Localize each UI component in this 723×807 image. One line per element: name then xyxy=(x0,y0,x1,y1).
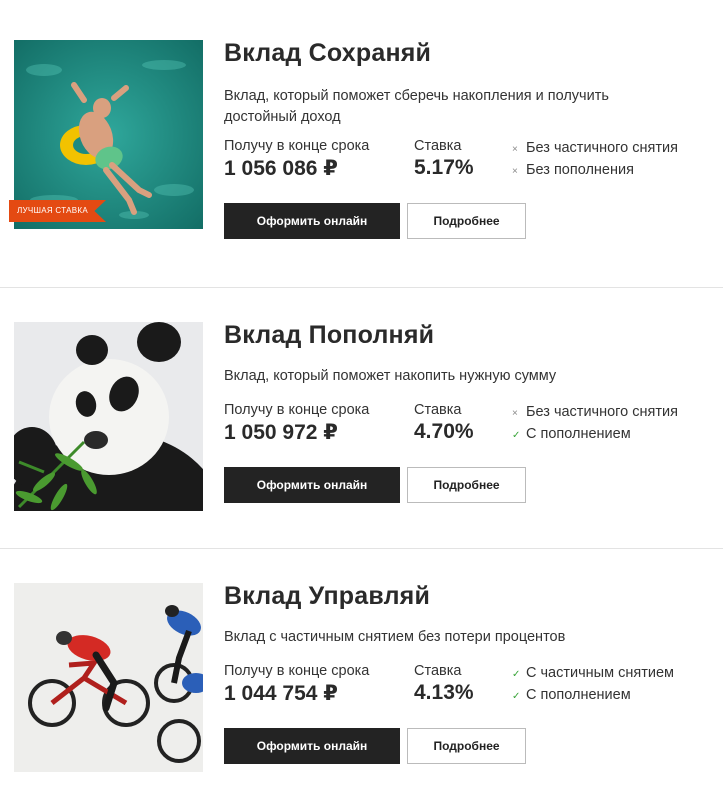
deposit-card-popolnyai: Вклад Пополняй Вклад, который поможет на… xyxy=(0,288,723,550)
details-button[interactable]: Подробнее xyxy=(407,203,526,239)
deposit-stats: Получу в конце срока 1 050 972 ₽ Ставка … xyxy=(224,402,704,452)
apply-online-button[interactable]: Оформить онлайн xyxy=(224,467,400,503)
details-button[interactable]: Подробнее xyxy=(407,728,526,764)
sum-value: 1 056 086 ₽ xyxy=(224,157,338,180)
sum-label: Получу в конце срока xyxy=(224,663,370,679)
deposit-card-sokhranyai: ЛУЧШАЯ СТАВКА Вклад Сохраняй Вклад, кото… xyxy=(0,0,723,262)
deposit-actions: Оформить онлайн Подробнее xyxy=(224,467,704,503)
details-button[interactable]: Подробнее xyxy=(407,467,526,503)
cross-icon: × xyxy=(512,144,518,155)
cross-icon: × xyxy=(512,408,518,419)
sum-value: 1 044 754 ₽ xyxy=(224,682,338,705)
rate-label: Ставка xyxy=(414,663,462,679)
deposit-info: Вклад Сохраняй Вклад, который поможет сб… xyxy=(224,38,704,239)
rate-label: Ставка xyxy=(414,138,462,154)
feature-list: ✓ С частичным снятием ✓ С пополнением xyxy=(512,663,674,707)
feature-text: Без пополнения xyxy=(526,162,634,178)
deposit-stats: Получу в конце срока 1 056 086 ₽ Ставка … xyxy=(224,138,704,188)
apply-online-button[interactable]: Оформить онлайн xyxy=(224,203,400,239)
check-icon: ✓ xyxy=(512,669,521,680)
feature-item: × Без частичного снятия xyxy=(512,138,678,160)
feature-text: С частичным снятием xyxy=(526,665,674,681)
feature-list: × Без частичного снятия × Без пополнения xyxy=(512,138,678,182)
check-icon: ✓ xyxy=(512,430,521,441)
cross-icon: × xyxy=(512,166,518,177)
rate-value: 4.13% xyxy=(414,681,474,704)
feature-text: С пополнением xyxy=(526,687,631,703)
feature-list: × Без частичного снятия ✓ С пополнением xyxy=(512,402,678,446)
deposit-title: Вклад Пополняй xyxy=(224,321,435,349)
deposit-description: Вклад, который поможет накопить нужную с… xyxy=(224,368,557,384)
deposit-description: Вклад с частичным снятием без потери про… xyxy=(224,629,566,645)
deposit-card-upravlyai: Вклад Управляй Вклад с частичным снятием… xyxy=(0,549,723,807)
rate-label: Ставка xyxy=(414,402,462,418)
feature-text: Без частичного снятия xyxy=(526,140,678,156)
check-icon: ✓ xyxy=(512,691,521,702)
deposit-title: Вклад Сохраняй xyxy=(224,39,432,67)
sum-value: 1 050 972 ₽ xyxy=(224,421,338,444)
deposit-image-cyclists xyxy=(14,583,203,772)
rate-value: 5.17% xyxy=(414,156,474,179)
deposit-actions: Оформить онлайн Подробнее xyxy=(224,728,704,764)
deposit-image-panda xyxy=(14,322,203,511)
feature-item: ✓ С пополнением xyxy=(512,424,678,446)
feature-text: С пополнением xyxy=(526,426,631,442)
best-rate-badge: ЛУЧШАЯ СТАВКА xyxy=(9,200,107,222)
deposit-title: Вклад Управляй xyxy=(224,582,431,610)
deposit-stats: Получу в конце срока 1 044 754 ₽ Ставка … xyxy=(224,663,704,713)
deposit-info: Вклад Управляй Вклад с частичным снятием… xyxy=(224,581,704,764)
sum-label: Получу в конце срока xyxy=(224,402,370,418)
feature-item: ✓ С частичным снятием xyxy=(512,663,674,685)
feature-item: × Без частичного снятия xyxy=(512,402,678,424)
rate-value: 4.70% xyxy=(414,420,474,443)
feature-item: × Без пополнения xyxy=(512,160,678,182)
deposit-description: Вклад, который поможет сберечь накоплени… xyxy=(224,88,609,125)
feature-text: Без частичного снятия xyxy=(526,404,678,420)
sum-label: Получу в конце срока xyxy=(224,138,370,154)
apply-online-button[interactable]: Оформить онлайн xyxy=(224,728,400,764)
feature-item: ✓ С пополнением xyxy=(512,685,674,707)
deposit-actions: Оформить онлайн Подробнее xyxy=(224,203,704,239)
deposit-info: Вклад Пополняй Вклад, который поможет на… xyxy=(224,320,704,503)
